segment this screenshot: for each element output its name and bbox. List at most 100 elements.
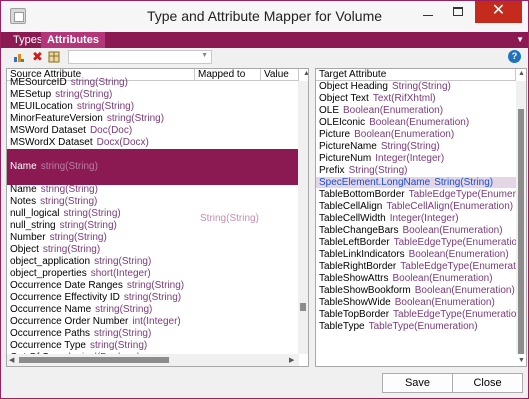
source-attribute-row[interactable]: Occurrence Name string(String): [7, 304, 299, 315]
target-attribute-row[interactable]: OLEIconic Boolean(Enumeration): [316, 117, 516, 128]
source-attribute-name: Name: [10, 184, 37, 195]
chevron-right-icon[interactable]: ▶: [289, 356, 294, 364]
target-attribute-row[interactable]: TableRightBorderTableEdgeType(Enumeratio…: [316, 261, 516, 272]
target-attribute-row[interactable]: TableShowAttrs Boolean(Enumeration): [316, 273, 516, 284]
target-attribute-row[interactable]: Picture Boolean(Enumeration): [316, 129, 516, 140]
minimize-button[interactable]: [414, 1, 442, 23]
source-attribute-table[interactable]: Source Attribute Mapped to Value ▲ MESou…: [6, 68, 309, 367]
source-attribute-name: MinorFeatureVersion: [10, 113, 103, 124]
target-attribute-row[interactable]: Prefix String(String): [316, 165, 516, 176]
target-attribute-type: TableCellAlign(Enumeration): [386, 201, 514, 212]
source-attribute-name: null_logical: [10, 208, 60, 219]
source-attribute-name: Number: [10, 232, 46, 243]
target-attribute-type: Boolean(Enumeration): [408, 249, 509, 260]
scroll-up-icon[interactable]: ▲: [518, 70, 525, 77]
source-attribute-row[interactable]: Name string(String): [7, 149, 299, 185]
target-attribute-type: Text(RifXhtml): [372, 93, 436, 104]
target-vertical-scrollbar[interactable]: ▼: [516, 81, 526, 364]
source-attribute-row[interactable]: Name string(String): [7, 184, 299, 195]
chevron-down-icon[interactable]: ▼: [516, 35, 524, 44]
source-attribute-row[interactable]: MESourceID string(String): [7, 77, 299, 88]
maximize-button[interactable]: [444, 1, 472, 23]
source-attribute-name: object_application: [10, 256, 91, 267]
target-attribute-row[interactable]: TableChangeBars Boolean(Enumeration): [316, 225, 516, 236]
source-attribute-name: Occurrence Name: [10, 304, 92, 315]
target-attribute-type: Integer(Integer): [375, 153, 445, 164]
source-attribute-name: MESourceID: [10, 77, 67, 88]
help-icon[interactable]: ?: [508, 50, 521, 63]
source-attribute-row[interactable]: MinorFeatureVersion string(String): [7, 113, 299, 124]
tab-attributes[interactable]: Attributes: [41, 32, 105, 48]
delete-icon[interactable]: ✖: [32, 50, 44, 63]
chevron-left-icon[interactable]: ◀: [9, 356, 14, 364]
source-attribute-row[interactable]: MEUILocation string(String): [7, 101, 299, 112]
source-attribute-row[interactable]: Occurrence Order Number int(Integer): [7, 316, 299, 327]
source-attribute-name: Occurrence Type: [10, 340, 86, 351]
target-attribute-row[interactable]: TableType TableType(Enumeration): [316, 321, 516, 332]
source-attribute-row[interactable]: Occurrence Effectivity ID string(String): [7, 292, 299, 303]
add-attribute-icon[interactable]: [13, 51, 25, 63]
target-attribute-row[interactable]: PictureNum Integer(Integer): [316, 153, 516, 164]
chevron-down-icon: ▼: [201, 52, 208, 59]
target-attribute-row[interactable]: TableShowBookform Boolean(Enumeration): [316, 285, 516, 296]
target-attribute-row[interactable]: Object Heading String(String): [316, 81, 516, 92]
close-button[interactable]: Close: [452, 373, 523, 393]
filter-combo[interactable]: ▼: [68, 50, 212, 64]
target-attribute-name: Object Heading: [319, 81, 388, 92]
target-attribute-row[interactable]: TableShowWide Boolean(Enumeration): [316, 297, 516, 308]
source-attribute-type: string(String): [94, 328, 152, 339]
target-attribute-row[interactable]: TableLeftBorder TableEdgeType(Enumeration…: [316, 237, 516, 248]
target-attribute-table[interactable]: Target Attribute ▲ Object Heading String(…: [315, 68, 527, 367]
target-attribute-name: TableType: [319, 321, 365, 332]
source-attribute-row[interactable]: Object string(String): [7, 244, 299, 255]
source-vertical-scrollbar[interactable]: [298, 81, 308, 354]
source-attribute-row[interactable]: MESetup string(String): [7, 89, 299, 100]
selected-mapping-type: String(String): [200, 213, 259, 224]
menu-bar: Types Attributes ▼: [1, 32, 528, 48]
source-attribute-row[interactable]: Occurrence Type string(String): [7, 340, 299, 351]
target-attribute-row[interactable]: TableTopBorder TableEdgeType(Enumeration): [316, 309, 516, 320]
source-attribute-type: string(String): [63, 208, 121, 219]
target-attribute-row[interactable]: TableCellAlign TableCellAlign(Enumeration…: [316, 201, 516, 212]
target-attribute-name: OLE: [319, 105, 340, 116]
target-attribute-name: Object Text: [319, 93, 369, 104]
target-attribute-row[interactable]: SpecElement.LongName String(String): [316, 177, 516, 188]
target-attribute-type: TableEdgeType(Enumeration): [393, 309, 516, 320]
source-attribute-type: string(String): [70, 77, 128, 88]
source-attribute-row[interactable]: MSWordX Dataset Docx(Docx): [7, 137, 299, 148]
source-attribute-row[interactable]: object_properties short(Integer): [7, 268, 299, 279]
target-attribute-name: TableShowBookform: [319, 285, 411, 296]
source-attribute-row[interactable]: Number string(String): [7, 232, 299, 243]
window-close-button[interactable]: ✕: [475, 1, 522, 23]
target-attribute-name: OLEIconic: [319, 117, 366, 128]
target-attribute-row[interactable]: Object Text Text(RifXhtml): [316, 93, 516, 104]
target-attribute-name: TableTopBorder: [319, 309, 390, 320]
column-header-target[interactable]: Target Attribute: [316, 69, 516, 81]
target-attribute-row[interactable]: TableBottomBorderTableEdgeType(Enumerati…: [316, 189, 516, 200]
scroll-down-icon[interactable]: ▼: [518, 357, 525, 364]
source-scroll-thumb[interactable]: [300, 303, 306, 311]
target-attribute-row[interactable]: TableCellWidth Integer(Integer): [316, 213, 516, 224]
source-attribute-name: Occurrence Paths: [10, 328, 91, 339]
scroll-up-icon[interactable]: ▲: [303, 70, 308, 77]
grid-icon[interactable]: [48, 51, 60, 63]
target-attribute-name: TableCellAlign: [319, 201, 383, 212]
source-attribute-row[interactable]: object_application string(String): [7, 256, 299, 267]
target-attribute-row[interactable]: PictureName String(String): [316, 141, 516, 152]
target-attribute-row[interactable]: OLE Boolean(Enumeration): [316, 105, 516, 116]
toolbar: ✖ ▼ ?: [1, 48, 528, 66]
source-attribute-row[interactable]: MSWord Dataset Doc(Doc): [7, 125, 299, 136]
source-hscroll-thumb[interactable]: [19, 357, 169, 363]
source-attribute-row[interactable]: Occurrence Date Ranges string(String): [7, 280, 299, 291]
target-attribute-name: PictureName: [319, 141, 377, 152]
maximize-icon: [453, 7, 463, 16]
source-attribute-name: Name: [10, 161, 37, 172]
source-attribute-row[interactable]: Occurrence Paths string(String): [7, 328, 299, 339]
source-horizontal-scrollbar[interactable]: ◀ ▶: [7, 354, 299, 366]
target-attribute-type: String(String): [348, 165, 408, 176]
target-attribute-type: TableType(Enumeration): [368, 321, 478, 332]
target-attribute-type: Boolean(Enumeration): [402, 225, 503, 236]
target-scroll-thumb[interactable]: [518, 109, 524, 354]
target-attribute-row[interactable]: TableLinkIndicators Boolean(Enumeration): [316, 249, 516, 260]
save-button[interactable]: Save: [382, 373, 453, 393]
